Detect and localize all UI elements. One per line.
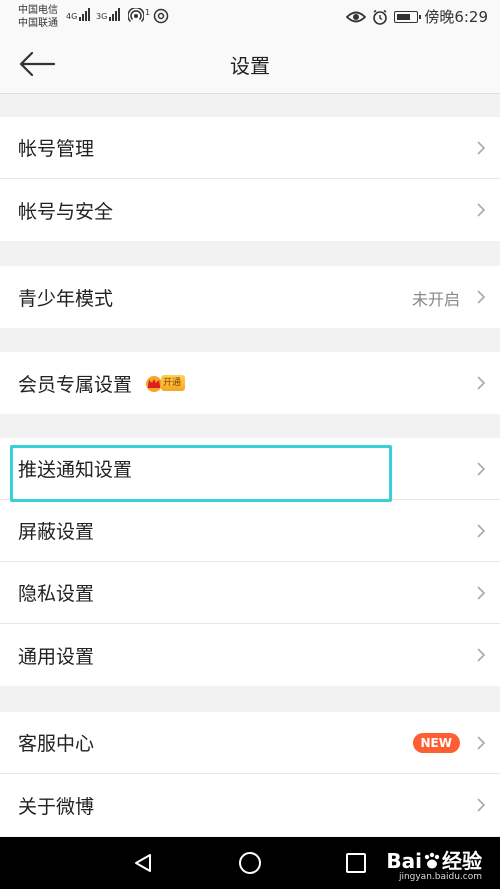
- circle-home-icon[interactable]: [238, 851, 262, 875]
- carrier-info: 中国电信 中国联通: [18, 4, 58, 30]
- row-label: 青少年模式: [18, 287, 114, 310]
- settings-group-support: 客服中心 NEW 关于微博: [0, 712, 500, 836]
- teen-mode-status: 未开启: [411, 290, 460, 309]
- square-recent-icon[interactable]: [345, 852, 367, 874]
- chevron-right-icon: [477, 376, 486, 390]
- chevron-right-icon: [477, 524, 486, 538]
- row-label: 会员专属设置: [18, 373, 133, 396]
- page-title: 设置: [230, 54, 270, 78]
- settings-group-general: 推送通知设置 屏蔽设置 隐私设置 通用设置: [0, 438, 500, 686]
- row-label: 屏蔽设置: [18, 521, 95, 543]
- triangle-back-icon[interactable]: [132, 852, 154, 874]
- nfc-icon: [153, 8, 169, 24]
- signal-2: 3G: [96, 8, 121, 21]
- alarm-icon: [373, 9, 388, 25]
- row-label: 客服中心: [18, 733, 95, 755]
- chevron-right-icon: [477, 290, 486, 304]
- network-type-1: 4G: [66, 12, 78, 21]
- settings-row-account-security[interactable]: 帐号与安全: [0, 179, 500, 241]
- chevron-right-icon: [477, 736, 486, 750]
- row-label: 关于微博: [18, 795, 95, 818]
- network-type-2: 3G: [96, 12, 108, 21]
- settings-row-vip-settings[interactable]: 会员专属设置 开通: [0, 352, 500, 414]
- settings-row-teen-mode[interactable]: 青少年模式 未开启: [0, 266, 500, 328]
- chevron-right-icon: [477, 141, 486, 155]
- row-label: 隐私设置: [18, 583, 95, 605]
- chevron-right-icon: [477, 203, 486, 217]
- signal-bars-icon: [79, 8, 91, 21]
- status-right: 傍晚6:29: [346, 6, 488, 27]
- vip-open-tag: 开通: [161, 375, 186, 391]
- chevron-right-icon: [477, 586, 486, 600]
- carrier-1: 中国电信: [18, 5, 58, 16]
- carrier-2: 中国联通: [18, 18, 58, 29]
- settings-row-privacy[interactable]: 隐私设置: [0, 562, 500, 624]
- watermark-url: jingyan.baidu.com: [398, 872, 482, 882]
- chevron-right-icon: [477, 462, 486, 476]
- system-navigation-bar: Bai 经验 jingyan.baidu.com: [0, 837, 500, 889]
- settings-group-vip: 会员专属设置 开通: [0, 352, 500, 414]
- settings-row-about[interactable]: 关于微博: [0, 774, 500, 836]
- settings-row-push-notification[interactable]: 推送通知设置: [0, 438, 500, 500]
- new-badge: NEW: [412, 733, 460, 753]
- settings-group-account: 帐号管理 帐号与安全: [0, 117, 500, 241]
- hotspot-icon: [128, 8, 144, 23]
- row-label: 帐号与安全: [18, 200, 114, 223]
- chevron-right-icon: [477, 798, 486, 812]
- watermark-brand: Bai: [386, 849, 422, 873]
- clock: 傍晚6:29: [424, 8, 488, 26]
- navigation-bar: 设置: [0, 34, 500, 94]
- signal-1: 4G: [66, 8, 91, 21]
- settings-row-account-management[interactable]: 帐号管理: [0, 117, 500, 179]
- settings-group-teen: 青少年模式 未开启: [0, 266, 500, 328]
- settings-row-block[interactable]: 屏蔽设置: [0, 500, 500, 562]
- watermark-brand-suffix: 经验: [442, 849, 482, 873]
- settings-row-general[interactable]: 通用设置: [0, 624, 500, 686]
- vip-badge: 开通: [144, 373, 186, 393]
- chevron-right-icon: [477, 648, 486, 662]
- status-bar: 中国电信 中国联通 4G 3G 1 傍晚6:29: [0, 0, 500, 34]
- baidu-watermark: Bai 经验 jingyan.baidu.com: [386, 845, 482, 882]
- row-label: 通用设置: [18, 645, 95, 668]
- row-label: 推送通知设置: [18, 459, 133, 481]
- paw-icon: [424, 852, 440, 869]
- hotspot-count: 1: [145, 8, 151, 17]
- hotspot: 1: [128, 8, 169, 24]
- battery-fill: [397, 13, 410, 20]
- eye-icon: [346, 11, 367, 22]
- signal-bars-icon: [109, 8, 121, 21]
- row-label: 帐号管理: [18, 138, 95, 160]
- settings-row-customer-service[interactable]: 客服中心 NEW: [0, 712, 500, 774]
- battery-icon: [394, 10, 422, 23]
